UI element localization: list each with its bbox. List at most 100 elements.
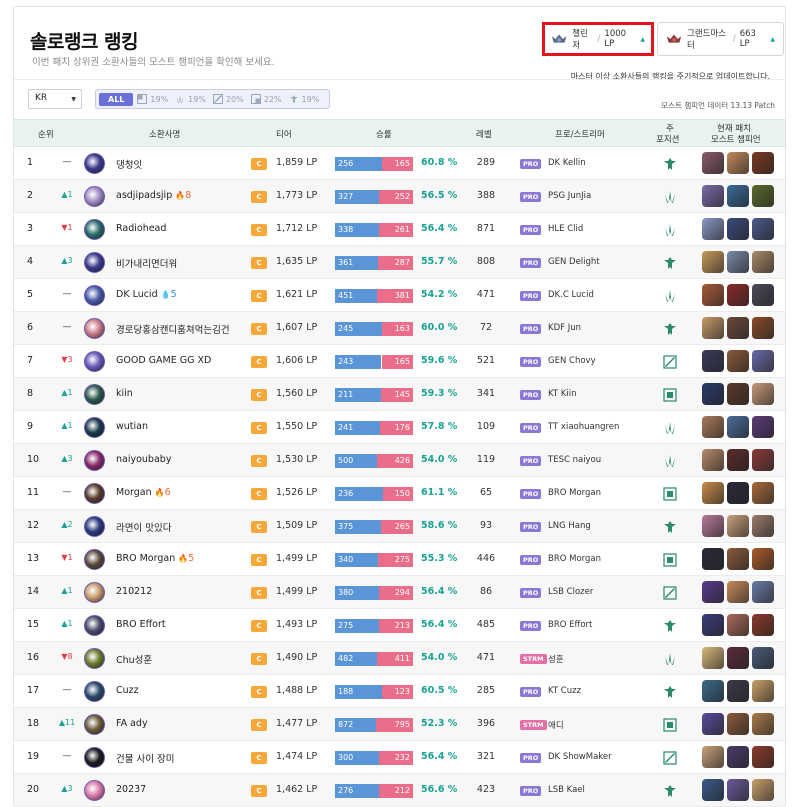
champion-portrait[interactable]	[702, 482, 724, 504]
avatar[interactable]	[84, 615, 105, 636]
summoner-name[interactable]: Chu성훈	[116, 652, 152, 666]
position-bot-button[interactable]: 22%	[250, 94, 282, 104]
avatar[interactable]	[84, 780, 105, 801]
summoner-name[interactable]: 경로당홍삼캔디훔쳐먹는김건	[116, 322, 230, 336]
champion-portrait[interactable]	[727, 350, 749, 372]
summoner-name[interactable]: BRO Morgan 🔥5	[116, 553, 194, 564]
champion-portrait[interactable]	[702, 581, 724, 603]
champion-portrait[interactable]	[752, 251, 774, 273]
champion-portrait[interactable]	[727, 284, 749, 306]
pro-player-name[interactable]: KT Kiin	[548, 389, 577, 399]
pro-player-name[interactable]: DK Kellin	[548, 158, 586, 168]
table-row[interactable]: 16 ▼8 Chu성훈 C 1,490 LP 482 411 54.0 % 471 STRM 성훈	[14, 642, 785, 675]
champion-portrait[interactable]	[727, 482, 749, 504]
position-mid-button[interactable]: 20%	[212, 94, 244, 104]
pro-player-name[interactable]: BRO Morgan	[548, 554, 601, 564]
table-row[interactable]: 19 — 건물 사이 장미 C 1,474 LP 300 232 56.4 % 321 PRO DK…	[14, 741, 785, 774]
pro-player-name[interactable]: LNG Hang	[548, 521, 591, 531]
champion-portrait[interactable]	[752, 152, 774, 174]
pro-player-name[interactable]: DK.C Lucid	[548, 290, 594, 300]
summoner-name[interactable]: asdjipadsjip 🔥8	[116, 190, 191, 201]
pro-player-name[interactable]: TT xiaohuangren	[548, 422, 619, 432]
champion-portrait[interactable]	[752, 680, 774, 702]
champion-portrait[interactable]	[752, 581, 774, 603]
table-row[interactable]: 15 ▲1 BRO Effort C 1,493 LP 275 213 56.4 % 485 PR…	[14, 609, 785, 642]
position-all-button[interactable]: ALL	[99, 92, 134, 106]
grandmaster-cutoff[interactable]: 그랜드마스터 / 663 LP ▲	[657, 22, 784, 56]
avatar[interactable]	[84, 351, 105, 372]
summoner-name[interactable]: 댕청잇	[116, 157, 142, 171]
champion-portrait[interactable]	[702, 746, 724, 768]
champion-portrait[interactable]	[727, 713, 749, 735]
champion-portrait[interactable]	[702, 515, 724, 537]
table-row[interactable]: 2 ▲1 asdjipadsjip 🔥8 C 1,773 LP 327 252 56.5 % 38…	[14, 180, 785, 213]
pro-player-name[interactable]: GEN Chovy	[548, 356, 596, 366]
position-support-button[interactable]: 19%	[289, 94, 319, 104]
champion-portrait[interactable]	[702, 251, 724, 273]
avatar[interactable]	[84, 549, 105, 570]
table-row[interactable]: 8 ▲1 kiin C 1,560 LP 211 145 59.3 % 341 PRO KT Kii…	[14, 378, 785, 411]
avatar[interactable]	[84, 582, 105, 603]
champion-portrait[interactable]	[752, 614, 774, 636]
avatar[interactable]	[84, 186, 105, 207]
champion-portrait[interactable]	[727, 152, 749, 174]
champion-portrait[interactable]	[752, 746, 774, 768]
champion-portrait[interactable]	[727, 680, 749, 702]
pro-player-name[interactable]: KDF Jun	[548, 323, 581, 333]
champion-portrait[interactable]	[727, 614, 749, 636]
champion-portrait[interactable]	[702, 317, 724, 339]
summoner-name[interactable]: Radiohead	[116, 223, 166, 234]
table-row[interactable]: 9 ▲1 wutian C 1,550 LP 241 176 57.8 % 109 PRO TT x…	[14, 411, 785, 444]
avatar[interactable]	[84, 318, 105, 339]
champion-portrait[interactable]	[702, 449, 724, 471]
champion-portrait[interactable]	[752, 416, 774, 438]
champion-portrait[interactable]	[727, 218, 749, 240]
champion-portrait[interactable]	[752, 515, 774, 537]
champion-portrait[interactable]	[727, 251, 749, 273]
summoner-name[interactable]: GOOD GAME GG XD	[116, 355, 211, 366]
champion-portrait[interactable]	[702, 350, 724, 372]
pro-player-name[interactable]: 애디	[548, 719, 564, 731]
champion-portrait[interactable]	[727, 449, 749, 471]
avatar[interactable]	[84, 252, 105, 273]
champion-portrait[interactable]	[752, 284, 774, 306]
champion-portrait[interactable]	[702, 152, 724, 174]
region-select[interactable]: KR ▼	[28, 89, 82, 109]
summoner-name[interactable]: wutian	[116, 421, 148, 432]
table-row[interactable]: 10 ▲3 naiyoubaby C 1,530 LP 500 426 54.0 % 119 PR…	[14, 444, 785, 477]
avatar[interactable]	[84, 450, 105, 471]
champion-portrait[interactable]	[752, 713, 774, 735]
champion-portrait[interactable]	[727, 185, 749, 207]
champion-portrait[interactable]	[752, 779, 774, 801]
summoner-name[interactable]: 비가내리면더워	[116, 256, 177, 270]
summoner-name[interactable]: Morgan 🔥6	[116, 487, 171, 498]
summoner-name[interactable]: 건물 사이 장미	[116, 751, 174, 765]
summoner-name[interactable]: 라면이 맛있다	[116, 520, 171, 534]
pro-player-name[interactable]: GEN Delight	[548, 257, 600, 267]
champion-portrait[interactable]	[702, 383, 724, 405]
summoner-name[interactable]: naiyoubaby	[116, 454, 171, 465]
champion-portrait[interactable]	[702, 647, 724, 669]
table-row[interactable]: 12 ▲2 라면이 맛있다 C 1,509 LP 375 265 58.6 % 93 PRO LNG…	[14, 510, 785, 543]
pro-player-name[interactable]: 성훈	[548, 653, 564, 665]
pro-player-name[interactable]: KT Cuzz	[548, 686, 581, 696]
avatar[interactable]	[84, 219, 105, 240]
champion-portrait[interactable]	[752, 482, 774, 504]
champion-portrait[interactable]	[702, 680, 724, 702]
avatar[interactable]	[84, 516, 105, 537]
position-jungle-button[interactable]: 19%	[175, 94, 206, 104]
avatar[interactable]	[84, 714, 105, 735]
pro-player-name[interactable]: HLE Clid	[548, 224, 583, 234]
champion-portrait[interactable]	[727, 548, 749, 570]
challenger-cutoff[interactable]: 챌린저 / 1000 LP ▲	[542, 22, 654, 56]
table-row[interactable]: 5 — DK Lucid 💧5 C 1,621 LP 451 381 54.2 % 471 PRO D…	[14, 279, 785, 312]
pro-player-name[interactable]: LSB Clozer	[548, 587, 593, 597]
champion-portrait[interactable]	[752, 185, 774, 207]
champion-portrait[interactable]	[752, 350, 774, 372]
table-row[interactable]: 7 ▼3 GOOD GAME GG XD C 1,606 LP 243 165 59.6 % 5…	[14, 345, 785, 378]
table-row[interactable]: 14 ▲1 210212 C 1,499 LP 380 294 56.4 % 86 PRO LSB …	[14, 576, 785, 609]
champion-portrait[interactable]	[752, 218, 774, 240]
champion-portrait[interactable]	[727, 647, 749, 669]
table-row[interactable]: 18 ▲11 FA ady C 1,477 LP 872 795 52.3 % 396 STRM 애…	[14, 708, 785, 741]
summoner-name[interactable]: 20237	[116, 784, 146, 795]
